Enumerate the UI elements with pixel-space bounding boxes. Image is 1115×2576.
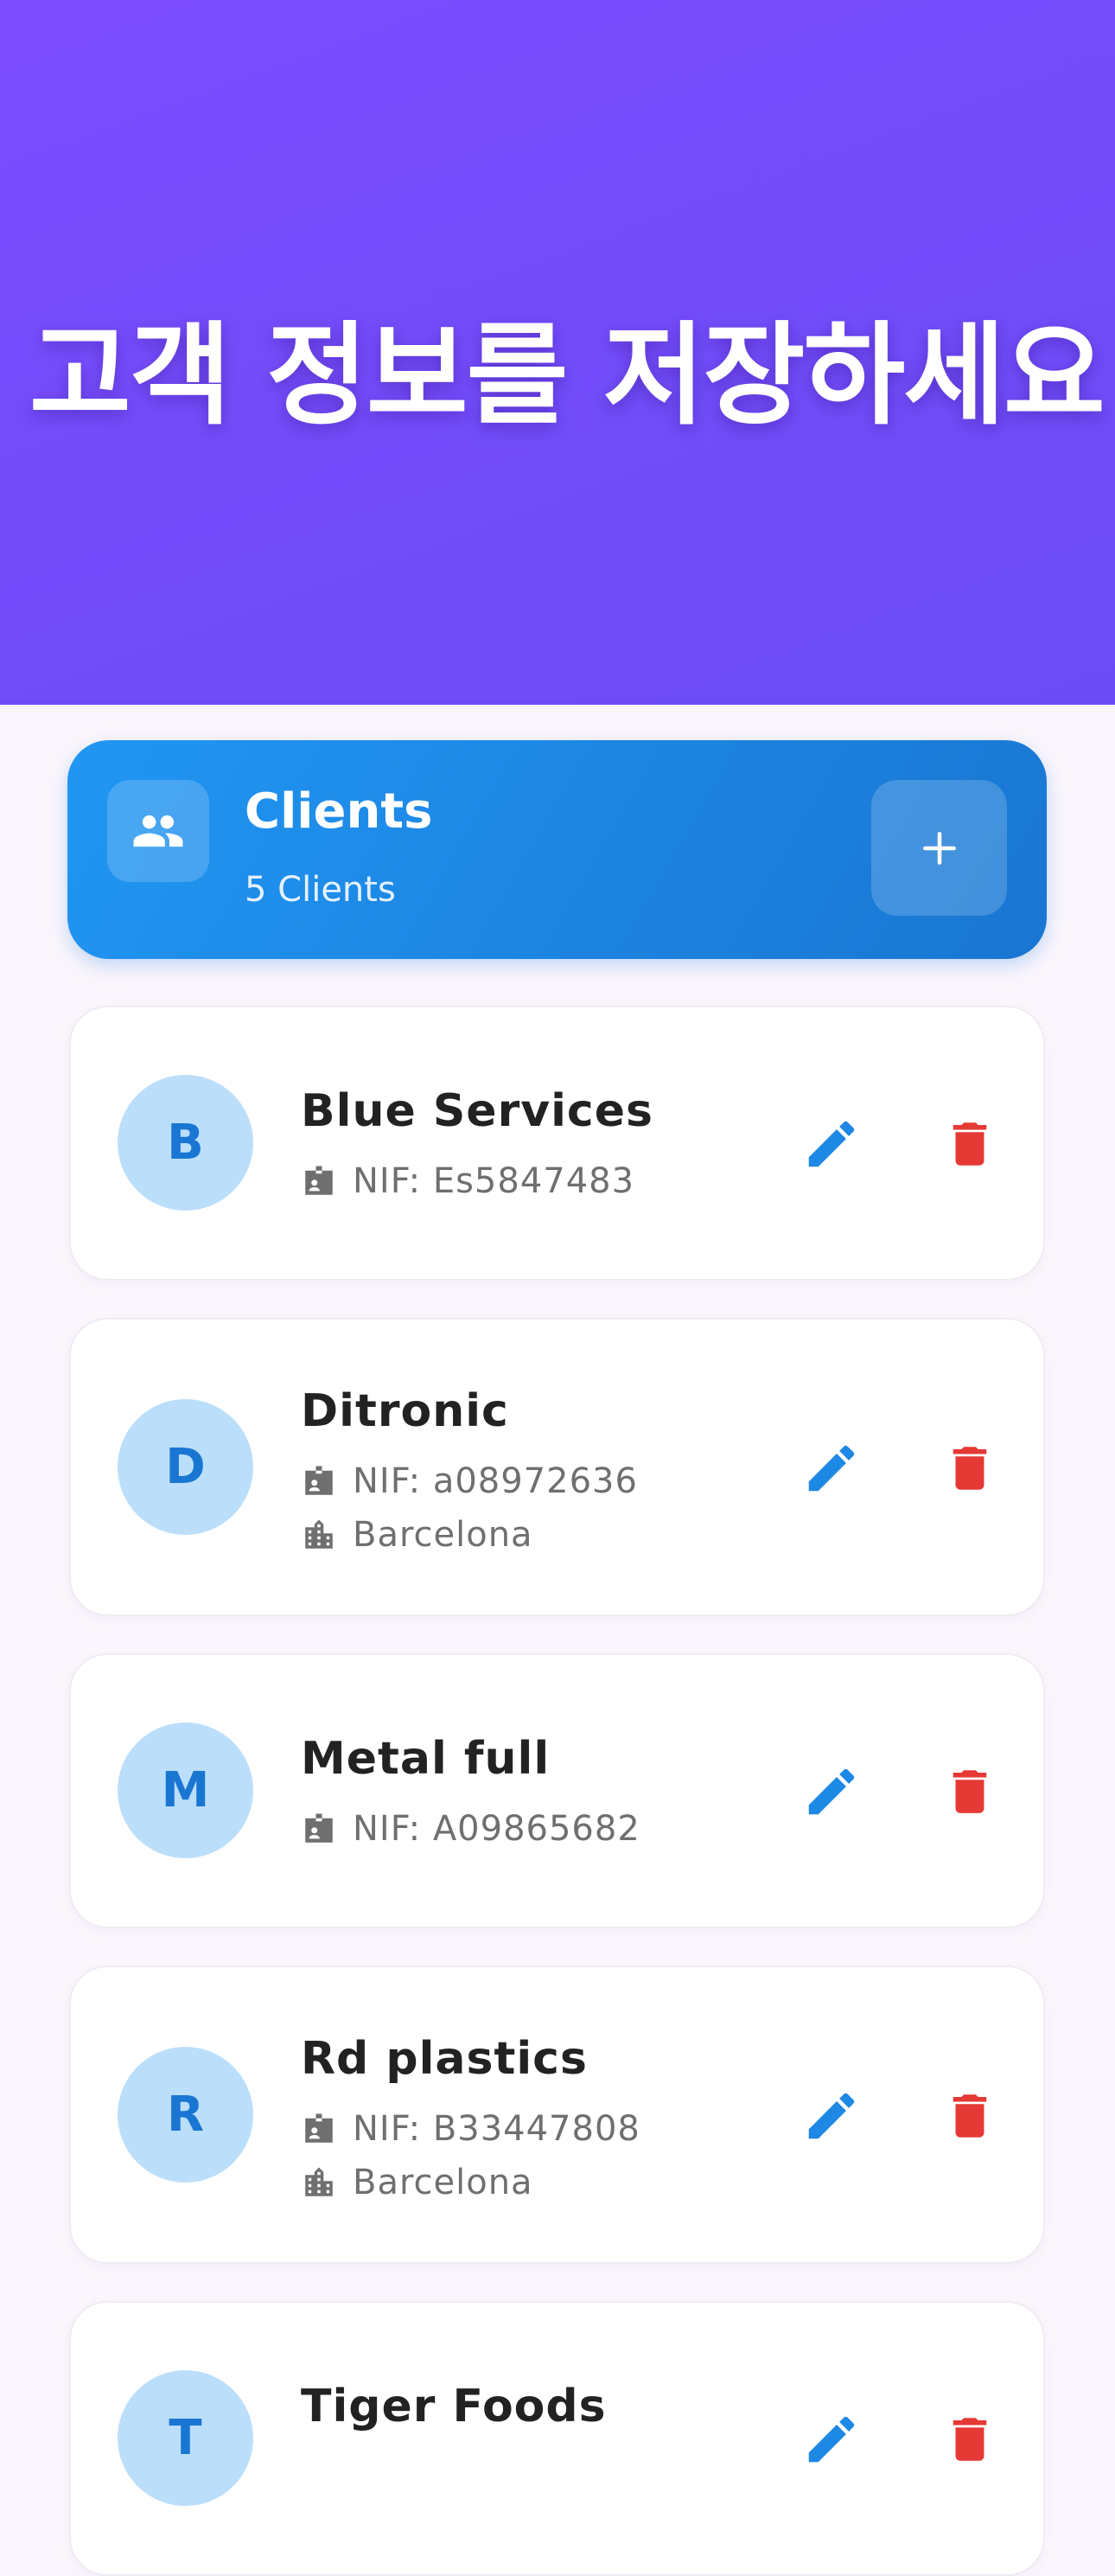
client-name: Metal full bbox=[301, 1733, 551, 1785]
avatar: R bbox=[118, 2047, 253, 2183]
pencil-icon bbox=[808, 2416, 855, 2463]
promo-banner: 고객 정보를 저장하세요 bbox=[0, 0, 1115, 705]
delete-button[interactable] bbox=[927, 2073, 1013, 2159]
people-icon bbox=[107, 780, 209, 882]
page-title: Clients bbox=[245, 783, 433, 840]
city-text: Barcelona bbox=[353, 2163, 533, 2202]
client-city: Barcelona bbox=[301, 2163, 533, 2202]
edit-button[interactable] bbox=[788, 1748, 875, 1835]
avatar: D bbox=[118, 1399, 253, 1535]
client-name: Rd plastics bbox=[301, 2033, 588, 2085]
plus-icon bbox=[922, 831, 956, 865]
id-badge-icon bbox=[301, 1811, 337, 1847]
city-text: Barcelona bbox=[353, 1515, 533, 1555]
nif-text: NIF: A09865682 bbox=[353, 1809, 640, 1849]
client-card[interactable]: B Blue Services NIF: Es5847483 bbox=[69, 1006, 1045, 1281]
pencil-icon bbox=[808, 1121, 855, 1167]
avatar: B bbox=[118, 1075, 253, 1211]
avatar: M bbox=[118, 1723, 253, 1858]
nif-text: NIF: Es5847483 bbox=[353, 1161, 635, 1201]
nif-text: NIF: B33447808 bbox=[353, 2109, 640, 2149]
edit-button[interactable] bbox=[788, 1425, 875, 1512]
add-client-button[interactable] bbox=[871, 780, 1007, 916]
client-card[interactable]: M Metal full NIF: A09865682 bbox=[69, 1653, 1045, 1928]
delete-button[interactable] bbox=[927, 1101, 1013, 1187]
banner-title: 고객 정보를 저장하세요 bbox=[29, 311, 1105, 440]
id-badge-icon bbox=[301, 2111, 337, 2147]
id-badge-icon bbox=[301, 1163, 337, 1199]
client-nif: NIF: B33447808 bbox=[301, 2109, 640, 2149]
client-card[interactable]: D Ditronic NIF: a08972636 Barcelona bbox=[69, 1318, 1045, 1616]
id-badge-icon bbox=[301, 1463, 337, 1499]
client-count: 5 Clients bbox=[245, 870, 396, 910]
client-nif: NIF: Es5847483 bbox=[301, 1161, 634, 1201]
client-card[interactable]: T Tiger Foods bbox=[69, 2301, 1045, 2576]
delete-button[interactable] bbox=[927, 2396, 1013, 2483]
city-icon bbox=[301, 1517, 337, 1553]
pencil-icon bbox=[808, 2093, 855, 2139]
delete-button[interactable] bbox=[927, 1748, 1013, 1835]
client-nif: NIF: a08972636 bbox=[301, 1461, 638, 1501]
client-nif: NIF: A09865682 bbox=[301, 1809, 640, 1849]
pencil-icon bbox=[808, 1445, 855, 1492]
trash-icon bbox=[953, 1447, 987, 1490]
client-card[interactable]: R Rd plastics NIF: B33447808 Barcelona bbox=[69, 1966, 1045, 2264]
trash-icon bbox=[953, 2094, 987, 2138]
client-name: Tiger Foods bbox=[301, 2381, 607, 2432]
nif-text: NIF: a08972636 bbox=[353, 1461, 638, 1501]
trash-icon bbox=[953, 1122, 987, 1166]
edit-button[interactable] bbox=[788, 2396, 875, 2483]
delete-button[interactable] bbox=[927, 1425, 1013, 1512]
client-name: Blue Services bbox=[301, 1085, 653, 1137]
avatar: T bbox=[118, 2370, 253, 2506]
edit-button[interactable] bbox=[788, 2073, 875, 2159]
pencil-icon bbox=[808, 1768, 855, 1815]
trash-icon bbox=[953, 1770, 987, 1813]
trash-icon bbox=[953, 2418, 987, 2461]
client-city: Barcelona bbox=[301, 1515, 533, 1555]
clients-header-card: Clients 5 Clients bbox=[67, 740, 1047, 959]
client-name: Ditronic bbox=[301, 1385, 509, 1437]
clients-screen: Clients 5 Clients B Blue Services NIF: E… bbox=[0, 705, 1115, 2576]
edit-button[interactable] bbox=[788, 1101, 875, 1187]
city-icon bbox=[301, 2164, 337, 2201]
